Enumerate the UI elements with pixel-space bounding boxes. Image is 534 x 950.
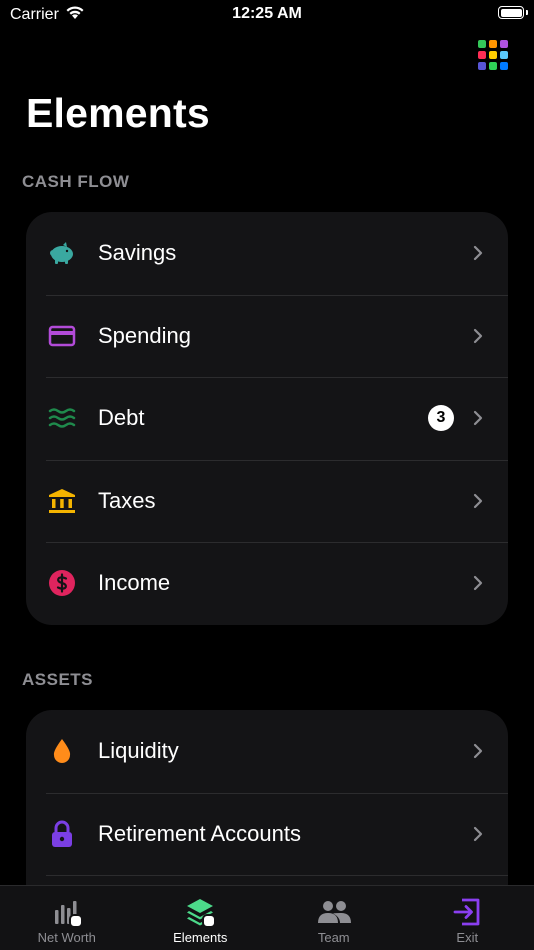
chevron-right-icon [472, 493, 484, 509]
grid-cell [489, 62, 497, 70]
tab-indicator-dot [68, 914, 83, 928]
screen: Carrier 12:25 AM Elements CASH FLOW Savi… [0, 0, 534, 950]
tab-label: Net Worth [37, 930, 96, 945]
dollar-icon [48, 569, 76, 597]
tab-label: Exit [456, 930, 479, 945]
list-item-liquidity[interactable]: Liquidity [26, 710, 508, 793]
battery-icon [498, 6, 524, 19]
tab-exit[interactable]: Exit [401, 886, 534, 950]
tab-net-worth[interactable]: Net Worth [0, 886, 134, 950]
tab-bar: Net Worth Elements Team Exit [0, 885, 534, 950]
tab-team[interactable]: Team [267, 886, 401, 950]
grid-cell [500, 51, 508, 59]
grid-cell [489, 51, 497, 59]
chevron-right-icon [472, 743, 484, 759]
grid-cell [478, 40, 486, 48]
tab-indicator-dot [202, 914, 217, 928]
grid-cell [478, 51, 486, 59]
drop-icon [48, 737, 76, 765]
list-item-taxes[interactable]: Taxes [26, 459, 508, 543]
lock-icon [48, 820, 76, 848]
section-header-assets: ASSETS [22, 670, 94, 689]
grid-cell [478, 62, 486, 70]
list-item-label: Taxes [98, 487, 156, 513]
list-item-spending[interactable]: Spending [26, 294, 508, 378]
list-item-label: Savings [98, 240, 177, 266]
section-header-cash-flow: CASH FLOW [22, 172, 130, 191]
piggy-bank-icon [48, 239, 76, 267]
tab-label: Team [317, 930, 350, 945]
status-bar: Carrier 12:25 AM [0, 0, 534, 30]
credit-card-icon [48, 322, 76, 350]
list-item-savings[interactable]: Savings [26, 212, 508, 295]
list-item-label: Retirement Accounts [98, 820, 301, 846]
people-icon [316, 896, 352, 928]
chevron-right-icon [472, 575, 484, 591]
list-item-label: Income [98, 570, 171, 596]
grid-cell [489, 40, 497, 48]
tab-label: Elements [173, 930, 228, 945]
grid-cell [500, 62, 508, 70]
page-title: Elements [26, 90, 210, 136]
list-item-label: Liquidity [98, 738, 179, 764]
list-item-debt[interactable]: Debt 3 [26, 377, 508, 460]
list-item-label: Debt [98, 405, 145, 431]
exit-icon [449, 896, 485, 928]
bar-chart-icon [49, 896, 85, 928]
list-item-income[interactable]: Income [26, 542, 508, 625]
cash-flow-card: Savings Spending Debt 3 Taxes Income [26, 212, 508, 625]
notification-badge: 3 [428, 405, 454, 432]
chevron-right-icon [472, 245, 484, 261]
battery-cap [526, 10, 528, 15]
assets-card: Liquidity Retirement Accounts [26, 710, 508, 910]
grid-cell [500, 40, 508, 48]
tab-elements[interactable]: Elements [134, 886, 268, 950]
chevron-right-icon [472, 328, 484, 344]
list-item-label: Spending [98, 322, 191, 348]
bank-icon [48, 487, 76, 515]
list-item-retirement-accounts[interactable]: Retirement Accounts [26, 792, 508, 876]
status-time: 12:25 AM [232, 5, 302, 22]
app-grid-icon[interactable] [478, 40, 508, 70]
chevron-right-icon [472, 826, 484, 842]
layers-icon [182, 896, 218, 928]
chevron-right-icon [472, 410, 484, 426]
waves-icon [48, 404, 76, 432]
